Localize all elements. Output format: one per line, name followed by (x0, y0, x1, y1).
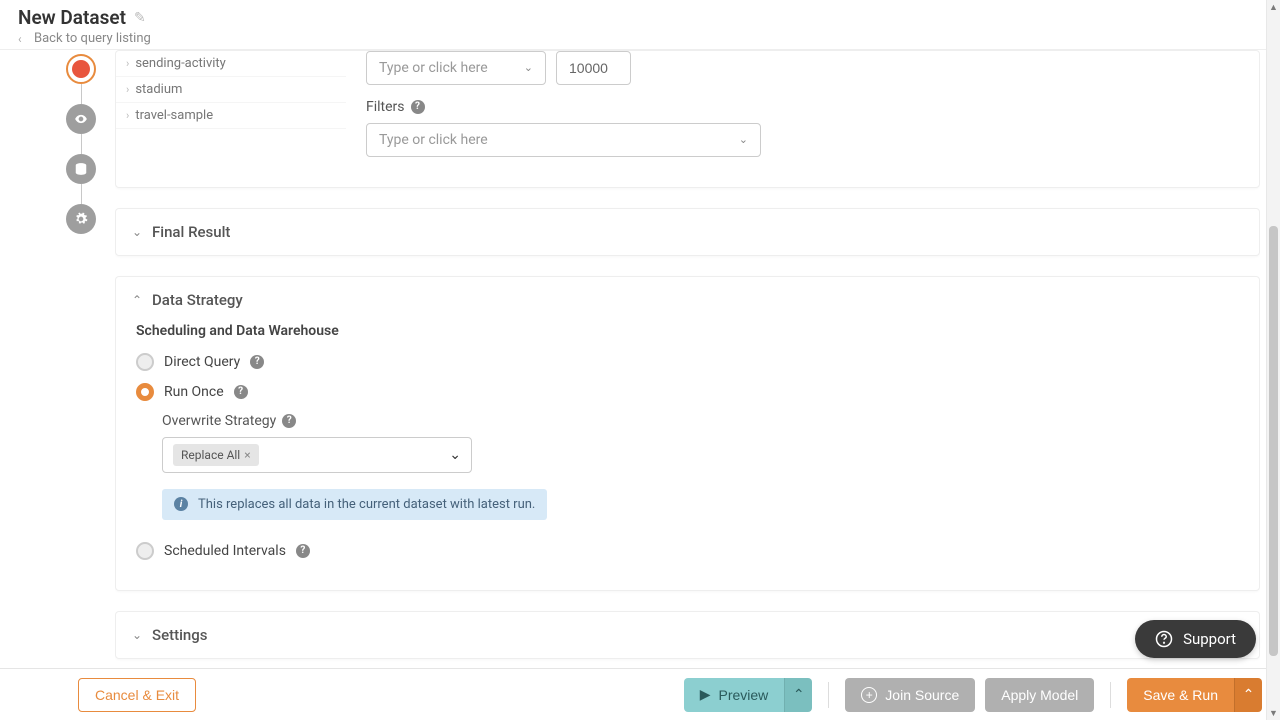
select-placeholder: Type or click here (379, 132, 488, 148)
back-label: Back to query listing (34, 31, 151, 46)
step-settings[interactable] (66, 204, 96, 234)
preview-caret[interactable]: ⌃ (784, 678, 812, 712)
info-icon: i (174, 497, 188, 511)
scrollbar[interactable]: ▲ ▼ (1266, 0, 1280, 720)
preview-label: Preview (719, 687, 769, 703)
tree-item[interactable]: › travel-sample (116, 103, 346, 129)
stepper (65, 54, 97, 234)
help-icon[interactable]: ? (250, 355, 264, 369)
info-text: This replaces all data in the current da… (198, 497, 535, 512)
data-strategy-card: ⌃ Data Strategy Scheduling and Data Ware… (115, 276, 1260, 591)
card-title: Settings (152, 626, 208, 644)
edit-icon[interactable]: ✎ (134, 10, 146, 26)
chevron-down-icon: ⌄ (739, 133, 748, 146)
step-source[interactable] (66, 54, 96, 84)
play-icon: ▶ (700, 686, 711, 703)
help-icon[interactable]: ? (411, 100, 425, 114)
cancel-button[interactable]: Cancel & Exit (78, 678, 196, 712)
eye-icon (74, 112, 88, 126)
scheduling-title: Scheduling and Data Warehouse (136, 323, 1241, 339)
join-source-button[interactable]: + Join Source (845, 678, 975, 712)
overwrite-tag: Replace All × (173, 444, 259, 466)
card-title: Data Strategy (152, 291, 243, 309)
save-run-caret[interactable]: ⌃ (1234, 678, 1262, 712)
save-run-button-group: Save & Run ⌃ (1127, 678, 1262, 712)
filters-label: Filters ? (366, 99, 1241, 115)
preview-button[interactable]: ▶ Preview (684, 678, 785, 712)
filters-select[interactable]: Type or click here ⌄ (366, 123, 761, 157)
step-preview[interactable] (66, 104, 96, 134)
radio-icon (136, 383, 154, 401)
gear-icon (74, 212, 88, 226)
scrollbar-thumb[interactable] (1269, 226, 1278, 656)
radio-label: Run Once (164, 384, 224, 400)
data-strategy-toggle[interactable]: ⌃ Data Strategy (116, 277, 1259, 323)
radio-label: Scheduled Intervals (164, 543, 286, 559)
chevron-left-icon: ‹ (18, 32, 28, 46)
radio-direct-query[interactable]: Direct Query ? (136, 353, 1241, 371)
chevron-right-icon: › (126, 83, 129, 96)
help-icon[interactable]: ? (282, 414, 296, 428)
final-result-card: ⌄ Final Result (115, 208, 1260, 256)
radio-icon (136, 353, 154, 371)
info-message: i This replaces all data in the current … (162, 489, 547, 520)
tree-item[interactable]: › sending-activity (116, 51, 346, 77)
help-circle-icon (1155, 630, 1173, 648)
database-icon (74, 162, 88, 176)
columns-select[interactable]: Type or click here ⌄ (366, 51, 546, 85)
join-source-label: Join Source (885, 687, 959, 703)
radio-scheduled[interactable]: Scheduled Intervals ? (136, 542, 1241, 560)
overwrite-label: Overwrite Strategy ? (162, 413, 1241, 429)
help-icon[interactable]: ? (296, 544, 310, 558)
card-title: Final Result (152, 223, 230, 241)
chevron-right-icon: › (126, 57, 129, 70)
tree-item[interactable]: › stadium (116, 77, 346, 103)
chevron-up-icon: ⌃ (1243, 687, 1255, 703)
preview-button-group: ▶ Preview ⌃ (684, 678, 813, 712)
source-tree: › sending-activity › stadium › travel-sa… (116, 51, 346, 157)
remove-tag-icon[interactable]: × (244, 448, 250, 462)
tree-label: travel-sample (135, 108, 213, 123)
overwrite-select[interactable]: Replace All × ⌄ (162, 437, 472, 473)
chevron-down-icon: ⌄ (449, 447, 461, 463)
page-title: New Dataset (18, 6, 126, 29)
back-link[interactable]: ‹ Back to query listing (18, 31, 151, 46)
final-result-toggle[interactable]: ⌄ Final Result (116, 209, 1259, 255)
radio-icon (136, 542, 154, 560)
radio-label: Direct Query (164, 354, 240, 370)
source-logo-icon (72, 60, 90, 78)
help-icon[interactable]: ? (234, 385, 248, 399)
plus-circle-icon: + (861, 687, 877, 703)
chevron-up-icon: ⌃ (132, 293, 142, 307)
apply-model-button[interactable]: Apply Model (985, 678, 1094, 712)
source-card: › sending-activity › stadium › travel-sa… (115, 50, 1260, 188)
tree-label: stadium (135, 82, 182, 97)
tree-label: sending-activity (135, 56, 226, 71)
radio-run-once[interactable]: Run Once ? (136, 383, 1241, 401)
save-run-button[interactable]: Save & Run (1127, 678, 1234, 712)
scroll-up-icon[interactable]: ▲ (1267, 0, 1280, 14)
limit-input[interactable] (556, 51, 631, 85)
chevron-down-icon: ⌄ (132, 628, 142, 642)
settings-toggle[interactable]: ⌄ Settings (116, 612, 1259, 658)
chevron-down-icon: ⌄ (132, 225, 142, 239)
scroll-down-icon[interactable]: ▼ (1267, 706, 1280, 720)
step-strategy[interactable] (66, 154, 96, 184)
chevron-right-icon: › (126, 109, 129, 122)
select-placeholder: Type or click here (379, 60, 488, 76)
chevron-up-icon: ⌃ (793, 687, 805, 703)
chevron-down-icon: ⌄ (524, 61, 533, 74)
settings-card: ⌄ Settings (115, 611, 1260, 659)
support-button[interactable]: Support (1135, 620, 1256, 658)
support-label: Support (1183, 630, 1236, 648)
footer-bar: Cancel & Exit ▶ Preview ⌃ + Join Source … (0, 668, 1280, 720)
